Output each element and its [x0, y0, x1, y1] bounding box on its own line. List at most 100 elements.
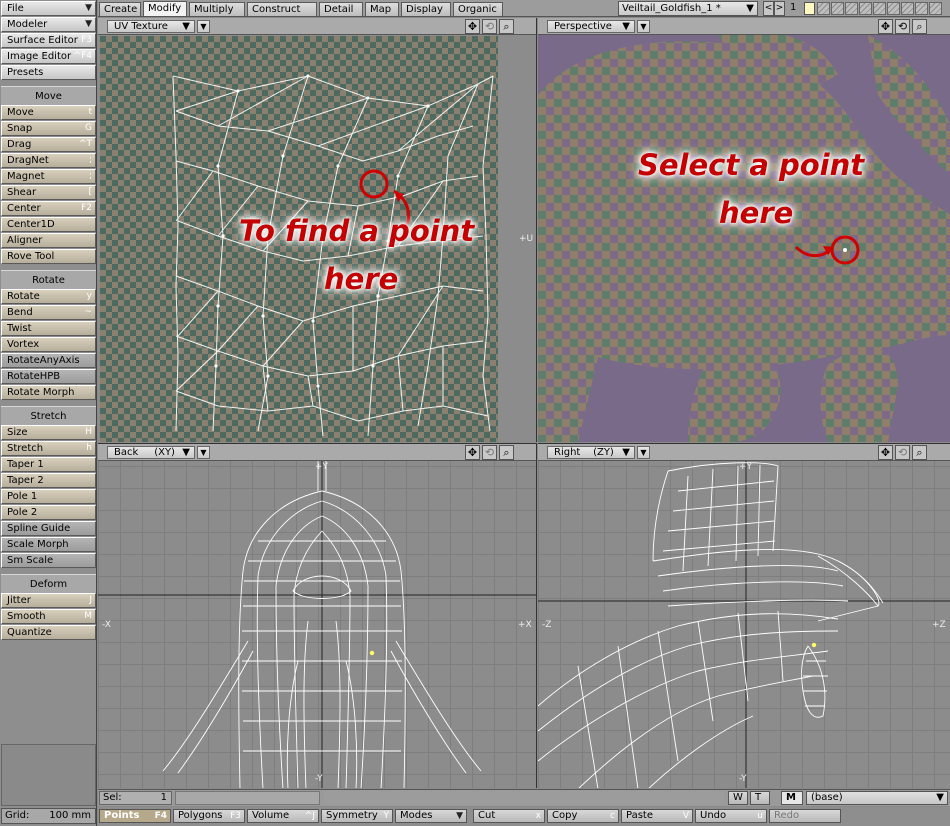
modes-label: Modes	[400, 810, 433, 821]
layer-slot-active[interactable]	[804, 2, 815, 15]
tool-label: Rotate	[7, 291, 40, 302]
pan-icon[interactable]: ✥	[465, 445, 480, 460]
tool-dragnet-button[interactable]: DragNet;	[1, 153, 96, 168]
rotate-view-icon[interactable]: ⟲	[895, 19, 910, 34]
polygons-mode-button[interactable]: Polygons F3	[173, 809, 245, 823]
tool-rotateanyaxis-button[interactable]: RotateAnyAxis	[1, 353, 96, 368]
tool-label: Quantize	[7, 627, 52, 638]
viewport-options-button[interactable]: ▼	[197, 20, 210, 33]
tab-create[interactable]: Create	[99, 2, 141, 16]
view-mode-select[interactable]: UV Texture ▼	[107, 20, 195, 33]
modes-menu[interactable]: Modes ▼	[395, 809, 467, 823]
view-mode-select[interactable]: Back (XY) ▼	[107, 446, 195, 459]
view-mode-select[interactable]: Perspective ▼	[547, 20, 635, 33]
rotate-view-icon[interactable]: ⟲	[482, 19, 497, 34]
pan-icon[interactable]: ✥	[878, 19, 893, 34]
tool-magnet-button[interactable]: Magnet;	[1, 169, 96, 184]
tool-size-button[interactable]: Size H	[1, 425, 96, 440]
volume-mode-button[interactable]: Volume ^J	[247, 809, 319, 823]
tool-quantize-button[interactable]: Quantize	[1, 625, 96, 640]
tool-bend-button[interactable]: Bend ~	[1, 305, 96, 320]
viewport-back[interactable]: Back (XY) ▼ ▼ ✥ ⟲ ⌕ +Y -Y -X +X	[98, 443, 537, 788]
tab-map[interactable]: Map	[365, 2, 399, 16]
viewport-uv[interactable]: UV Texture ▼ ▼ ✥ ⟲ ⌕ To find a point her…	[98, 18, 537, 442]
tab-multiply[interactable]: Multiply	[189, 2, 245, 16]
tool-pole-1-button[interactable]: Pole 1	[1, 489, 96, 504]
layer-slot[interactable]	[845, 2, 858, 15]
modeler-menu[interactable]: Modeler ▼	[1, 17, 96, 32]
tab-detail[interactable]: Detail	[319, 2, 363, 16]
tool-shear-button[interactable]: Shear [	[1, 185, 96, 200]
viewport-options-button[interactable]: ▼	[637, 20, 650, 33]
tool-stretch-button[interactable]: Stretch h	[1, 441, 96, 456]
tool-label: RotateAnyAxis	[7, 355, 80, 366]
viewport-right[interactable]: Right (ZY) ▼ ▼ ✥ ⟲ ⌕ +Y -Y -Z +Z	[538, 443, 950, 788]
tool-shortcut: t	[88, 107, 92, 117]
tab-modify[interactable]: Modify	[143, 1, 187, 16]
layer-next-button[interactable]: >	[774, 1, 785, 16]
tool-scale-morph-button[interactable]: Scale Morph	[1, 537, 96, 552]
copy-button[interactable]: Copy c	[547, 809, 619, 823]
pan-icon[interactable]: ✥	[878, 445, 893, 460]
layer-slot[interactable]	[901, 2, 914, 15]
tool-rove-tool-button[interactable]: Rove Tool	[1, 249, 96, 264]
tool-image-editor-button[interactable]: Image Editor ^F4	[1, 49, 96, 64]
layer-prev-button[interactable]: <	[763, 1, 774, 16]
tool-rotate-morph-button[interactable]: Rotate Morph	[1, 385, 96, 400]
zoom-icon[interactable]: ⌕	[499, 445, 514, 460]
tool-shortcut: ~	[84, 307, 92, 317]
layer-slot[interactable]	[873, 2, 886, 15]
view-mode-select[interactable]: Right (ZY) ▼	[547, 446, 635, 459]
dropdown-arrow-icon: ▼	[622, 21, 630, 32]
tool-pole-2-button[interactable]: Pole 2	[1, 505, 96, 520]
tool-taper-2-button[interactable]: Taper 2	[1, 473, 96, 488]
tool-taper-1-button[interactable]: Taper 1	[1, 457, 96, 472]
zoom-icon[interactable]: ⌕	[912, 445, 927, 460]
zoom-icon[interactable]: ⌕	[912, 19, 927, 34]
redo-button[interactable]: Redo	[769, 809, 841, 823]
viewport-options-button[interactable]: ▼	[197, 446, 210, 459]
tool-rotate-button[interactable]: Rotate y	[1, 289, 96, 304]
pan-icon[interactable]: ✥	[465, 19, 480, 34]
paste-button[interactable]: Paste V	[621, 809, 693, 823]
object-select[interactable]: Veiltail_Goldfish_1 * ▼	[618, 1, 758, 16]
points-mode-button[interactable]: Points F4	[99, 809, 171, 823]
layer-slot[interactable]	[887, 2, 900, 15]
tool-surface-editor-button[interactable]: Surface Editor F3	[1, 33, 96, 48]
layer-slot[interactable]	[817, 2, 830, 15]
tool-drag-button[interactable]: Drag ^T	[1, 137, 96, 152]
tool-sm-scale-button[interactable]: Sm Scale	[1, 553, 96, 568]
tab-display[interactable]: Display	[401, 2, 451, 16]
t-button[interactable]: T	[750, 791, 770, 805]
layer-slot[interactable]	[915, 2, 928, 15]
layer-slot[interactable]	[859, 2, 872, 15]
cut-button[interactable]: Cut x	[473, 809, 545, 823]
zoom-icon[interactable]: ⌕	[499, 19, 514, 34]
tool-center1d-button[interactable]: Center1D	[1, 217, 96, 232]
tool-twist-button[interactable]: Twist	[1, 321, 96, 336]
symmetry-button[interactable]: Symmetry Y	[321, 809, 393, 823]
viewport-perspective[interactable]: Perspective ▼ ▼ ✥ ⟲ ⌕ Select a point here	[538, 18, 950, 442]
viewport-options-button[interactable]: ▼	[637, 446, 650, 459]
tab-organic[interactable]: Organic	[453, 2, 503, 16]
tool-jitter-button[interactable]: Jitter J	[1, 593, 96, 608]
tool-center-button[interactable]: Center F2	[1, 201, 96, 216]
tool-aligner-button[interactable]: Aligner	[1, 233, 96, 248]
rotate-view-icon[interactable]: ⟲	[895, 445, 910, 460]
m-button[interactable]: M	[781, 791, 803, 805]
tool-spline-guide-button[interactable]: Spline Guide	[1, 521, 96, 536]
tab-construct[interactable]: Construct	[247, 2, 317, 16]
tool-vortex-button[interactable]: Vortex	[1, 337, 96, 352]
tool-move-button[interactable]: Move t	[1, 105, 96, 120]
tool-snap-button[interactable]: Snap G	[1, 121, 96, 136]
undo-button[interactable]: Undo u	[695, 809, 767, 823]
layer-slot[interactable]	[831, 2, 844, 15]
tool-presets-button[interactable]: Presets	[1, 65, 96, 80]
tool-rotatehpb-button[interactable]: RotateHPB	[1, 369, 96, 384]
layer-slot[interactable]	[929, 2, 942, 15]
tool-smooth-button[interactable]: Smooth M	[1, 609, 96, 624]
rotate-view-icon[interactable]: ⟲	[482, 445, 497, 460]
w-button[interactable]: W	[728, 791, 748, 805]
layer-select[interactable]: (base) ▼	[806, 791, 948, 805]
file-menu[interactable]: File ▼	[1, 1, 96, 16]
